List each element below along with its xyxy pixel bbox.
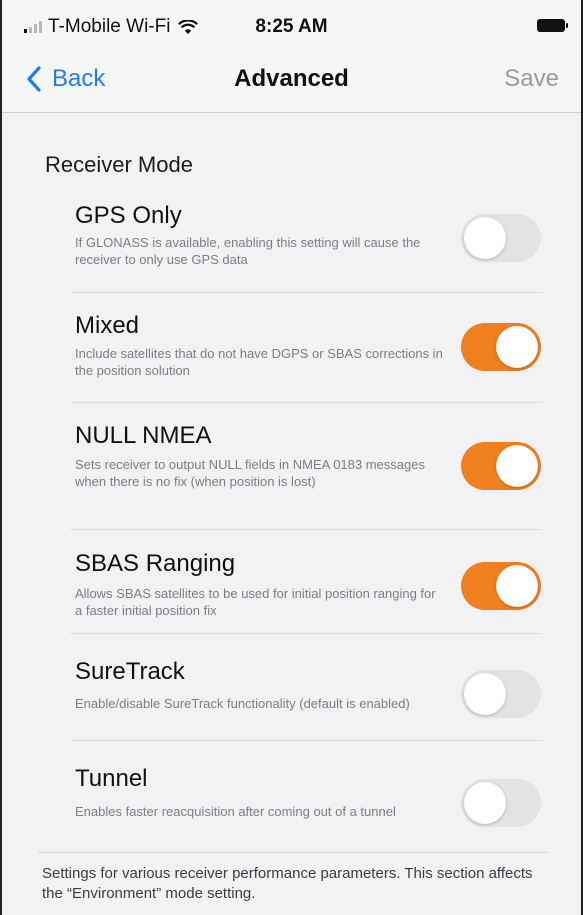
footer-divider: [38, 852, 548, 853]
toggle-knob: [496, 445, 538, 487]
setting-description: Enable/disable SureTrack functionality (…: [75, 696, 410, 711]
app-frame: T-Mobile Wi-Fi 8:25 AM Back Advanced Sav…: [0, 0, 583, 915]
setting-title: GPS Only: [75, 202, 182, 229]
setting-description: Sets receiver to output NULL fields in N…: [75, 457, 425, 489]
setting-row-tunnel: Tunnel Enables faster reacquisition afte…: [42, 740, 542, 844]
section-footer: Settings for various receiver performanc…: [42, 865, 533, 902]
setting-row-sbas-ranging: SBAS Ranging Allows SBAS satellites to b…: [42, 529, 542, 634]
toggle-knob: [496, 326, 538, 368]
toggle-knob: [496, 565, 538, 607]
toggle-knob: [464, 217, 506, 259]
setting-row-mixed: Mixed Include satellites that do not hav…: [42, 292, 542, 403]
gps-only-toggle[interactable]: [461, 214, 541, 262]
null-nmea-toggle[interactable]: [461, 442, 541, 490]
setting-title: Tunnel: [75, 765, 148, 792]
toggle-knob: [464, 782, 506, 824]
setting-row-gps-only: GPS Only If GLONASS is available, enabli…: [42, 188, 542, 293]
toggle-knob: [464, 673, 506, 715]
setting-description: Include satellites that do not have DGPS…: [75, 346, 443, 378]
section-header: Receiver Mode: [45, 152, 193, 177]
status-bar: T-Mobile Wi-Fi 8:25 AM: [2, 0, 581, 46]
mixed-toggle[interactable]: [461, 323, 541, 371]
setting-title: NULL NMEA: [75, 422, 212, 449]
setting-title: SBAS Ranging: [75, 550, 236, 577]
tunnel-toggle[interactable]: [461, 779, 541, 827]
setting-title: SureTrack: [75, 658, 185, 685]
setting-description: Enables faster reacquisition after comin…: [75, 804, 396, 819]
setting-description: Allows SBAS satellites to be used for in…: [75, 586, 436, 618]
page-title: Advanced: [234, 65, 349, 92]
navigation-bar: Back Advanced Save: [2, 46, 581, 113]
setting-description: If GLONASS is available, enabling this s…: [75, 235, 421, 267]
battery-icon: [537, 19, 568, 32]
setting-title: Mixed: [75, 312, 140, 339]
setting-row-suretrack: SureTrack Enable/disable SureTrack funct…: [42, 633, 542, 741]
setting-row-null-nmea: NULL NMEA Sets receiver to output NULL f…: [42, 402, 542, 530]
sbas-ranging-toggle[interactable]: [461, 562, 541, 610]
status-time: 8:25 AM: [255, 16, 328, 37]
suretrack-toggle[interactable]: [461, 670, 541, 718]
save-button[interactable]: Save: [504, 65, 559, 93]
